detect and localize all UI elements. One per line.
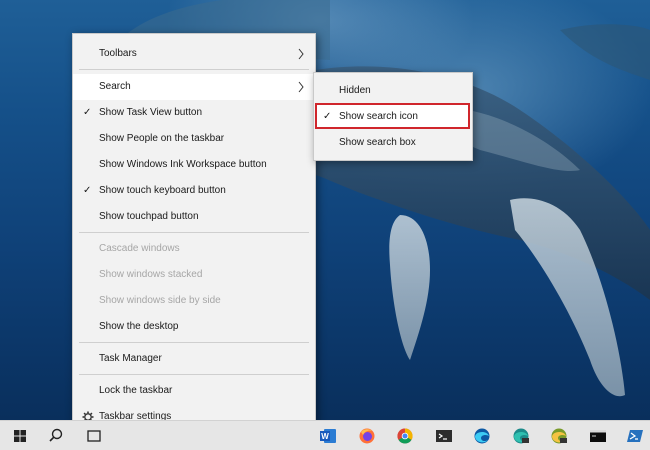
submenu-item-hidden[interactable]: Hidden bbox=[314, 78, 472, 104]
submenu-label-show-search-icon: Show search icon bbox=[339, 111, 418, 122]
checkmark-icon: ✓ bbox=[323, 111, 332, 122]
cmd-icon[interactable] bbox=[588, 426, 608, 446]
menu-label-task-manager: Task Manager bbox=[99, 353, 162, 364]
menu-label-search: Search bbox=[99, 81, 131, 92]
menu-separator bbox=[79, 232, 309, 233]
svg-text:W: W bbox=[321, 432, 329, 441]
menu-label-show-ink-workspace: Show Windows Ink Workspace button bbox=[99, 159, 267, 170]
menu-item-show-desktop[interactable]: Show the desktop bbox=[73, 314, 315, 340]
menu-label-show-touch-keyboard: Show touch keyboard button bbox=[99, 185, 226, 196]
menu-label-show-task-view: Show Task View button bbox=[99, 107, 203, 118]
checkmark-icon: ✓ bbox=[83, 107, 92, 118]
menu-label-lock-taskbar: Lock the taskbar bbox=[99, 385, 173, 396]
chevron-right-icon bbox=[298, 48, 304, 60]
menu-label-cascade-windows: Cascade windows bbox=[99, 243, 180, 254]
edge-icon[interactable] bbox=[472, 426, 492, 446]
edge-dev-icon[interactable] bbox=[511, 426, 531, 446]
powershell-icon[interactable] bbox=[625, 426, 645, 446]
menu-item-show-ink-workspace[interactable]: Show Windows Ink Workspace button bbox=[73, 152, 315, 178]
menu-item-search[interactable]: Search bbox=[73, 74, 315, 100]
menu-separator bbox=[79, 342, 309, 343]
chevron-right-icon bbox=[298, 81, 304, 93]
menu-item-windows-stacked: Show windows stacked bbox=[73, 262, 315, 288]
task-view-icon[interactable] bbox=[84, 426, 104, 446]
menu-item-show-touch-keyboard[interactable]: ✓ Show touch keyboard button bbox=[73, 178, 315, 204]
chrome-icon[interactable] bbox=[395, 426, 415, 446]
word-icon[interactable]: W bbox=[318, 426, 338, 446]
submenu-label-hidden: Hidden bbox=[339, 85, 371, 96]
edge-canary-icon[interactable] bbox=[549, 426, 569, 446]
terminal-icon[interactable] bbox=[434, 426, 454, 446]
menu-item-task-manager[interactable]: Task Manager bbox=[73, 346, 315, 372]
desktop: Toolbars Search ✓ Show Task View button … bbox=[0, 0, 650, 450]
menu-separator bbox=[79, 69, 309, 70]
menu-item-toolbars[interactable]: Toolbars bbox=[73, 41, 315, 67]
search-submenu: Hidden ✓ Show search icon Show search bo… bbox=[313, 72, 473, 161]
menu-label-toolbars: Toolbars bbox=[99, 48, 137, 59]
taskbar-context-menu: Toolbars Search ✓ Show Task View button … bbox=[72, 33, 316, 429]
search-icon[interactable] bbox=[46, 426, 66, 446]
menu-label-show-people: Show People on the taskbar bbox=[99, 133, 225, 144]
submenu-label-show-search-box: Show search box bbox=[339, 137, 416, 148]
taskbar: W bbox=[0, 420, 650, 450]
menu-label-windows-stacked: Show windows stacked bbox=[99, 269, 203, 280]
menu-item-show-task-view[interactable]: ✓ Show Task View button bbox=[73, 100, 315, 126]
checkmark-icon: ✓ bbox=[83, 185, 92, 196]
menu-separator bbox=[79, 374, 309, 375]
menu-item-show-people[interactable]: Show People on the taskbar bbox=[73, 126, 315, 152]
menu-label-show-touchpad: Show touchpad button bbox=[99, 211, 199, 222]
menu-item-show-touchpad[interactable]: Show touchpad button bbox=[73, 204, 315, 230]
firefox-icon[interactable] bbox=[357, 426, 377, 446]
menu-item-lock-taskbar[interactable]: Lock the taskbar bbox=[73, 378, 315, 404]
submenu-item-show-search-icon[interactable]: ✓ Show search icon bbox=[314, 104, 472, 130]
menu-label-windows-side-by-side: Show windows side by side bbox=[99, 295, 221, 306]
windows-start-icon[interactable] bbox=[10, 426, 30, 446]
menu-label-show-desktop: Show the desktop bbox=[99, 321, 179, 332]
menu-item-cascade-windows: Cascade windows bbox=[73, 236, 315, 262]
submenu-item-show-search-box[interactable]: Show search box bbox=[314, 130, 472, 156]
menu-item-windows-side-by-side: Show windows side by side bbox=[73, 288, 315, 314]
